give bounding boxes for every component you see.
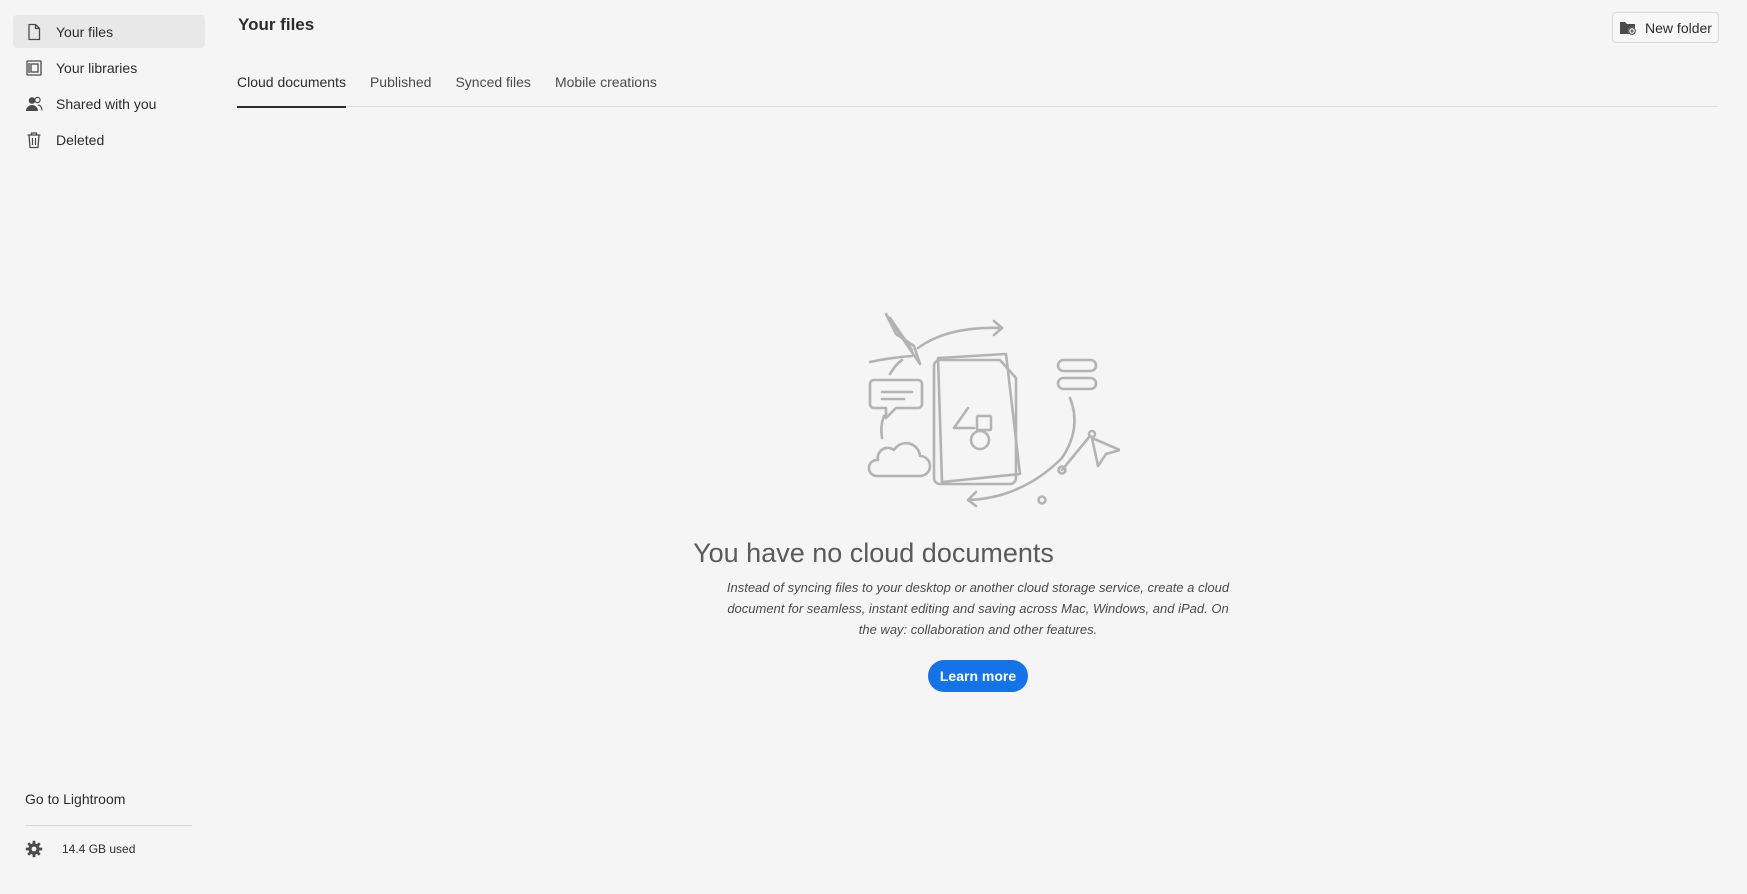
sidebar-item-your-libraries[interactable]: Your libraries bbox=[13, 51, 205, 84]
tab-cloud-documents[interactable]: Cloud documents bbox=[237, 62, 346, 108]
sidebar-item-label: Your libraries bbox=[56, 59, 138, 76]
tab-published[interactable]: Published bbox=[370, 62, 432, 107]
sidebar-item-label: Your files bbox=[56, 23, 114, 40]
sidebar-item-label: Shared with you bbox=[56, 95, 157, 112]
new-folder-button[interactable]: New folder bbox=[1612, 12, 1719, 43]
storage-status: 14.4 GB used bbox=[25, 840, 135, 858]
page-title: Your files bbox=[238, 15, 315, 34]
sidebar-item-label: Deleted bbox=[56, 131, 105, 148]
new-folder-label: New folder bbox=[1645, 19, 1712, 36]
gear-icon[interactable] bbox=[25, 840, 43, 858]
library-icon bbox=[25, 59, 43, 77]
learn-more-button[interactable]: Learn more bbox=[928, 660, 1028, 692]
sidebar-item-your-files[interactable]: Your files bbox=[13, 15, 205, 48]
empty-state-title: You have no cloud documents bbox=[693, 538, 1054, 568]
sidebar-divider bbox=[25, 825, 192, 826]
empty-state-description: Instead of syncing files to your desktop… bbox=[726, 580, 1230, 637]
tab-mobile-creations[interactable]: Mobile creations bbox=[555, 62, 657, 107]
sidebar-item-shared-with-you[interactable]: Shared with you bbox=[13, 87, 205, 120]
folder-add-icon bbox=[1619, 20, 1637, 36]
tab-synced-files[interactable]: Synced files bbox=[455, 62, 530, 107]
users-icon bbox=[25, 95, 43, 113]
trash-icon bbox=[25, 131, 43, 149]
cloud-documents-illustration bbox=[867, 312, 1120, 508]
go-to-lightroom-link[interactable]: Go to Lightroom bbox=[25, 791, 125, 807]
sidebar-nav: Your files Your libraries Shared with yo… bbox=[13, 15, 205, 159]
sidebar-item-deleted[interactable]: Deleted bbox=[13, 123, 205, 156]
tab-bar: Cloud documents Published Synced files M… bbox=[237, 62, 1718, 108]
document-icon bbox=[25, 23, 43, 41]
sidebar: Your files Your libraries Shared with yo… bbox=[0, 0, 218, 894]
storage-used-text: 14.4 GB used bbox=[62, 842, 136, 856]
